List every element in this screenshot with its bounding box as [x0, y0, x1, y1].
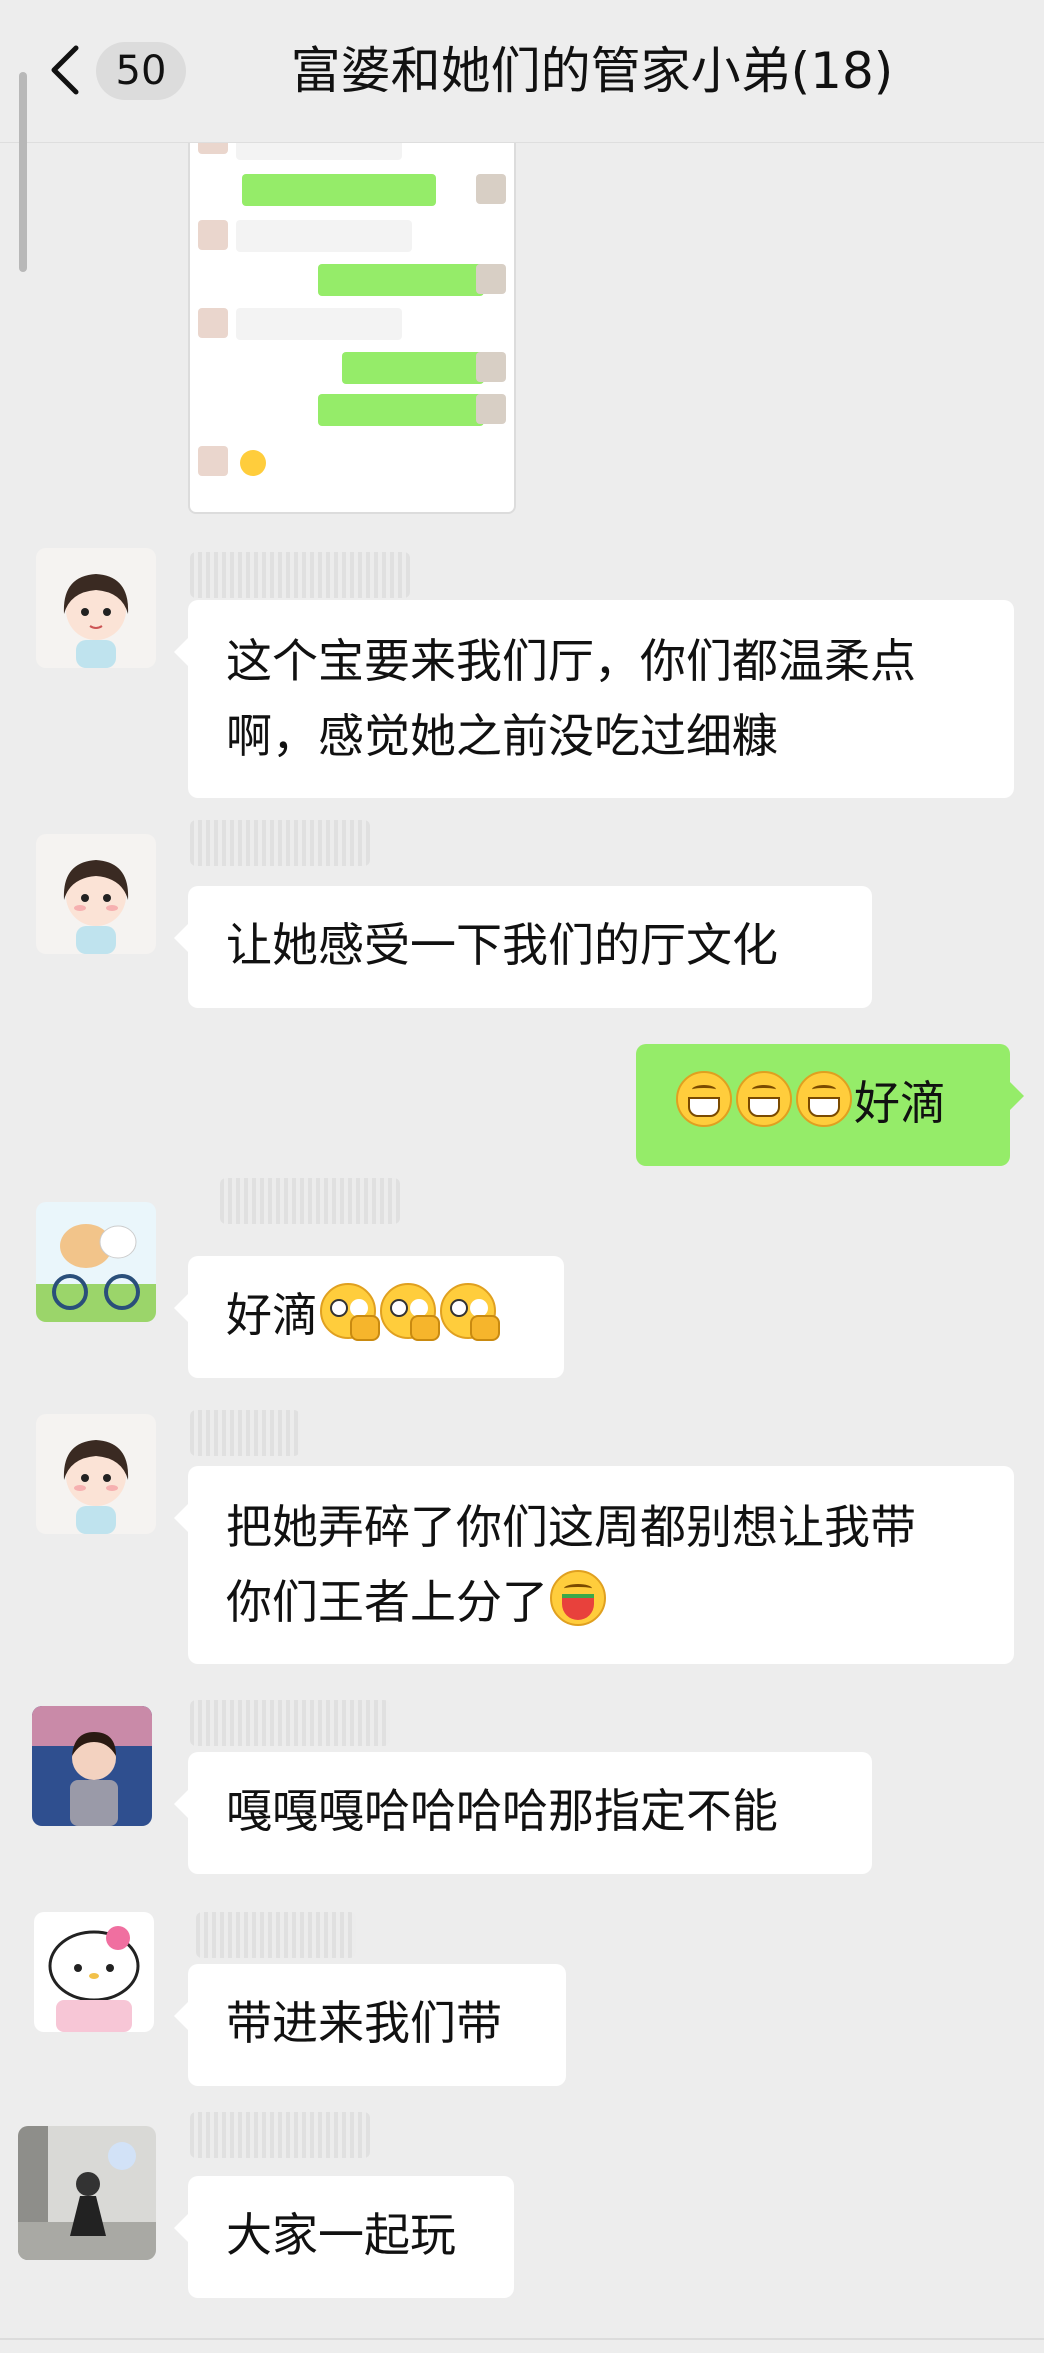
screenshot-bubble	[318, 394, 484, 426]
bottom-divider	[0, 2338, 1044, 2340]
message-text: 好滴	[854, 1076, 946, 1130]
message-text: 嘎嘎嘎哈哈哈哈那指定不能	[226, 1784, 778, 1838]
screenshot-bubble	[318, 264, 484, 296]
sender-avatar[interactable]	[32, 1706, 152, 1826]
screenshot-avatar	[198, 446, 228, 476]
screenshot-bubble	[242, 174, 436, 206]
screenshot-bubble	[342, 352, 484, 384]
screenshot-avatar	[476, 264, 506, 294]
chat-title[interactable]: 富婆和她们的管家小弟(18)	[240, 36, 944, 106]
scrollbar-thumb[interactable]	[19, 72, 27, 272]
message-bubble[interactable]: 把她弄碎了你们这周都别想让我带 你们王者上分了	[174, 1466, 1014, 1664]
grinning-face-emoji-icon	[676, 1071, 732, 1127]
message-text: 把她弄碎了你们这周都别想让我带	[226, 1500, 916, 1554]
sender-nickname-blurred	[190, 1410, 300, 1456]
sender-nickname-blurred	[190, 552, 410, 598]
unread-count-badge[interactable]: 50	[96, 42, 186, 100]
message-text: 让她感受一下我们的厅文化	[226, 918, 778, 972]
screenshot-avatar	[476, 174, 506, 204]
screenshot-emoji-icon	[240, 450, 266, 476]
screenshot-bubble	[236, 308, 402, 340]
sender-nickname-blurred	[220, 1178, 400, 1224]
sender-avatar[interactable]	[36, 1414, 156, 1534]
message-bubble[interactable]: 好滴	[174, 1256, 564, 1378]
peeking-face-emoji-icon	[380, 1283, 440, 1341]
screenshot-avatar	[198, 220, 228, 250]
grinning-face-emoji-icon	[736, 1071, 792, 1127]
grinning-face-emoji-icon	[796, 1071, 852, 1127]
message-bubble[interactable]: 让她感受一下我们的厅文化	[174, 886, 872, 1008]
message-text: 你们王者上分了	[226, 1575, 548, 1629]
sender-avatar[interactable]	[36, 548, 156, 668]
back-arrow-icon[interactable]	[46, 42, 86, 98]
sender-nickname-blurred	[190, 1700, 390, 1746]
screenshot-avatar	[476, 394, 506, 424]
screenshot-avatar	[198, 308, 228, 338]
sender-avatar[interactable]	[36, 834, 156, 954]
peeking-face-emoji-icon	[440, 1283, 500, 1341]
message-text: 带进来我们带	[226, 1996, 502, 2050]
my-message-bubble[interactable]: 好滴	[636, 1044, 1024, 1166]
screenshot-bubble	[236, 220, 412, 252]
message-text: 啊，感觉她之前没吃过细糠	[226, 709, 778, 763]
message-bubble[interactable]: 带进来我们带	[174, 1964, 566, 2086]
message-text: 这个宝要来我们厅，你们都温柔点	[226, 634, 916, 688]
sender-nickname-blurred	[190, 820, 370, 866]
message-bubble[interactable]: 这个宝要来我们厅，你们都温柔点 啊，感觉她之前没吃过细糠	[174, 600, 1014, 798]
peeking-face-emoji-icon	[320, 1283, 380, 1341]
message-text: 大家一起玩	[226, 2208, 456, 2262]
sender-avatar[interactable]	[34, 1912, 154, 2032]
sender-avatar[interactable]	[36, 1202, 156, 1322]
watermelon-emoji-icon	[550, 1570, 606, 1626]
screenshot-avatar	[476, 352, 506, 382]
forwarded-screenshot-image[interactable]	[188, 120, 516, 514]
chat-header: 50 富婆和她们的管家小弟(18)	[0, 0, 1044, 143]
message-bubble[interactable]: 嘎嘎嘎哈哈哈哈那指定不能	[174, 1752, 872, 1874]
message-text: 好滴	[226, 1288, 318, 1342]
sender-nickname-blurred	[196, 1912, 356, 1958]
message-bubble[interactable]: 大家一起玩	[174, 2176, 514, 2298]
sender-avatar[interactable]	[18, 2126, 156, 2260]
sender-nickname-blurred	[190, 2112, 370, 2158]
